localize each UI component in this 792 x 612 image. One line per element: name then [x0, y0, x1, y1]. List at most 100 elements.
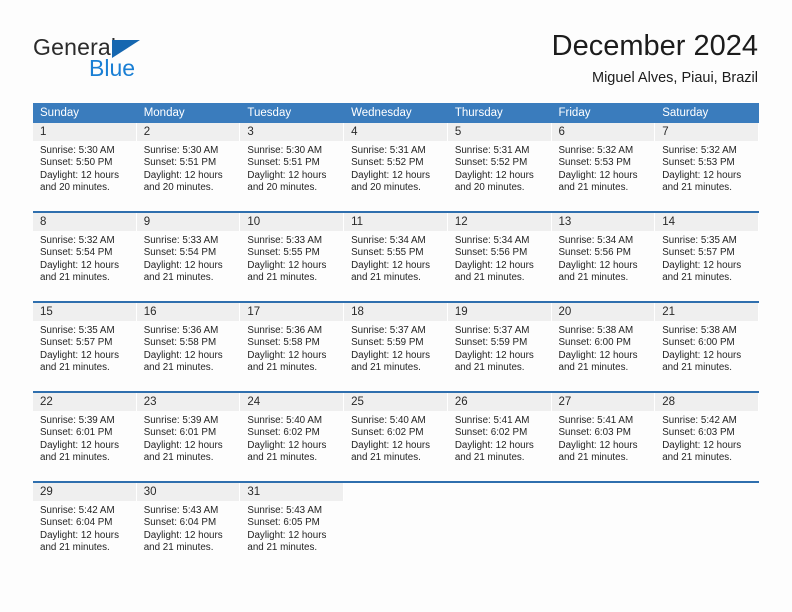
day-number[interactable]: 15 — [33, 303, 137, 321]
day-cell[interactable]: Sunrise: 5:39 AM Sunset: 6:01 PM Dayligh… — [33, 411, 137, 481]
daylight-text-line2: and 21 minutes. — [454, 362, 525, 374]
day-cell[interactable]: Sunrise: 5:32 AM Sunset: 5:53 PM Dayligh… — [552, 141, 656, 211]
day-cell[interactable]: Sunrise: 5:37 AM Sunset: 5:59 PM Dayligh… — [448, 321, 552, 391]
day-cell[interactable]: Sunrise: 5:36 AM Sunset: 5:58 PM Dayligh… — [240, 321, 344, 391]
day-number[interactable]: 1 — [33, 123, 137, 141]
day-number[interactable]: 28 — [655, 393, 759, 411]
day-cell[interactable]: Sunrise: 5:36 AM Sunset: 5:58 PM Dayligh… — [137, 321, 241, 391]
sunset-text: Sunset: 5:55 PM — [247, 247, 320, 259]
sunrise-text: Sunrise: 5:30 AM — [143, 145, 219, 156]
daylight-text-line1: Daylight: 12 hours — [247, 529, 327, 541]
sunset-text: Sunset: 6:01 PM — [40, 427, 113, 439]
day-number-band: 8 9 10 11 12 13 14 — [33, 213, 759, 231]
day-number[interactable]: 12 — [447, 213, 552, 231]
day-number[interactable]: 20 — [551, 303, 656, 321]
day-number[interactable]: 6 — [551, 123, 656, 141]
daylight-text-line2: and 20 minutes. — [247, 182, 318, 194]
day-cell[interactable]: Sunrise: 5:43 AM Sunset: 6:04 PM Dayligh… — [137, 501, 241, 571]
sunset-text: Sunset: 5:58 PM — [247, 337, 320, 349]
day-cell[interactable]: Sunrise: 5:37 AM Sunset: 5:59 PM Dayligh… — [344, 321, 448, 391]
title-block: December 2024 Miguel Alves, Piaui, Brazi… — [552, 28, 758, 89]
day-cell[interactable]: Sunrise: 5:38 AM Sunset: 6:00 PM Dayligh… — [655, 321, 759, 391]
day-cell[interactable]: Sunrise: 5:41 AM Sunset: 6:03 PM Dayligh… — [552, 411, 656, 481]
day-number[interactable]: 19 — [447, 303, 552, 321]
sunrise-text: Sunrise: 5:30 AM — [40, 145, 115, 156]
sunset-text: Sunset: 5:51 PM — [247, 157, 320, 169]
sunrise-text: Sunrise: 5:39 AM — [143, 415, 219, 426]
sunrise-text: Sunrise: 5:38 AM — [662, 325, 737, 336]
day-number[interactable]: 26 — [447, 393, 552, 411]
day-number[interactable]: 30 — [136, 483, 241, 501]
daylight-text-line2: and 21 minutes. — [247, 452, 318, 464]
day-number[interactable]: 22 — [33, 393, 137, 411]
day-cell[interactable]: Sunrise: 5:39 AM Sunset: 6:01 PM Dayligh… — [137, 411, 241, 481]
day-cell[interactable]: Sunrise: 5:31 AM Sunset: 5:52 PM Dayligh… — [448, 141, 552, 211]
day-number[interactable]: 10 — [240, 213, 345, 231]
day-number[interactable]: 25 — [344, 393, 448, 411]
day-cell[interactable]: Sunrise: 5:35 AM Sunset: 5:57 PM Dayligh… — [33, 321, 137, 391]
sunrise-text: Sunrise: 5:36 AM — [247, 325, 323, 336]
day-number[interactable]: 2 — [136, 123, 241, 141]
daylight-text-line1: Daylight: 12 hours — [662, 349, 742, 361]
sunrise-text: Sunrise: 5:43 AM — [247, 505, 323, 516]
daylight-text-line2: and 21 minutes. — [558, 272, 629, 284]
day-number[interactable]: 8 — [33, 213, 137, 231]
day-cell[interactable]: Sunrise: 5:30 AM Sunset: 5:51 PM Dayligh… — [137, 141, 241, 211]
day-number[interactable]: 24 — [240, 393, 345, 411]
day-number[interactable]: 31 — [240, 483, 345, 501]
day-number[interactable]: 4 — [344, 123, 448, 141]
day-cell[interactable]: Sunrise: 5:30 AM Sunset: 5:51 PM Dayligh… — [240, 141, 344, 211]
day-cell[interactable]: Sunrise: 5:35 AM Sunset: 5:57 PM Dayligh… — [655, 231, 759, 301]
daylight-text-line1: Daylight: 12 hours — [40, 529, 119, 541]
day-cell[interactable]: Sunrise: 5:32 AM Sunset: 5:54 PM Dayligh… — [33, 231, 137, 301]
sunrise-text: Sunrise: 5:34 AM — [454, 235, 530, 246]
day-cell[interactable]: Sunrise: 5:34 AM Sunset: 5:55 PM Dayligh… — [344, 231, 448, 301]
day-cell[interactable]: Sunrise: 5:33 AM Sunset: 5:55 PM Dayligh… — [240, 231, 344, 301]
day-number-empty — [655, 483, 759, 501]
brand-logo[interactable]: General Blue — [33, 34, 273, 86]
sunset-text: Sunset: 6:04 PM — [143, 517, 217, 529]
sunrise-text: Sunrise: 5:38 AM — [558, 325, 634, 336]
day-number[interactable]: 18 — [344, 303, 448, 321]
day-cell[interactable]: Sunrise: 5:40 AM Sunset: 6:02 PM Dayligh… — [344, 411, 448, 481]
daylight-text-line1: Daylight: 12 hours — [558, 169, 638, 181]
day-number[interactable]: 23 — [136, 393, 241, 411]
day-cell[interactable]: Sunrise: 5:41 AM Sunset: 6:02 PM Dayligh… — [448, 411, 552, 481]
day-number[interactable]: 9 — [136, 213, 241, 231]
day-cell[interactable]: Sunrise: 5:42 AM Sunset: 6:03 PM Dayligh… — [655, 411, 759, 481]
day-number[interactable]: 13 — [551, 213, 656, 231]
calendar-week-row: 1 2 3 4 5 6 7 Sunrise: 5:30 AM Sunset: 5… — [33, 123, 759, 211]
day-cell[interactable]: Sunrise: 5:38 AM Sunset: 6:00 PM Dayligh… — [552, 321, 656, 391]
day-number[interactable]: 7 — [655, 123, 759, 141]
sunrise-text: Sunrise: 5:40 AM — [351, 415, 426, 426]
day-cell[interactable]: Sunrise: 5:30 AM Sunset: 5:50 PM Dayligh… — [33, 141, 137, 211]
day-cell[interactable]: Sunrise: 5:43 AM Sunset: 6:05 PM Dayligh… — [240, 501, 344, 571]
day-number[interactable]: 17 — [240, 303, 345, 321]
day-number[interactable]: 27 — [551, 393, 656, 411]
daylight-text-line1: Daylight: 12 hours — [247, 169, 327, 181]
sunrise-text: Sunrise: 5:31 AM — [454, 145, 530, 156]
day-cell[interactable]: Sunrise: 5:34 AM Sunset: 5:56 PM Dayligh… — [552, 231, 656, 301]
day-number[interactable]: 5 — [447, 123, 552, 141]
day-cell[interactable]: Sunrise: 5:33 AM Sunset: 5:54 PM Dayligh… — [137, 231, 241, 301]
daylight-text-line1: Daylight: 12 hours — [662, 259, 742, 271]
day-cell[interactable]: Sunrise: 5:32 AM Sunset: 5:53 PM Dayligh… — [655, 141, 759, 211]
day-number[interactable]: 11 — [344, 213, 448, 231]
sunset-text: Sunset: 6:00 PM — [558, 337, 631, 349]
day-number[interactable]: 21 — [655, 303, 759, 321]
day-number[interactable]: 14 — [655, 213, 759, 231]
day-number[interactable]: 3 — [240, 123, 345, 141]
daylight-text-line1: Daylight: 12 hours — [143, 529, 223, 541]
day-cell[interactable]: Sunrise: 5:40 AM Sunset: 6:02 PM Dayligh… — [240, 411, 344, 481]
sunset-text: Sunset: 5:50 PM — [40, 157, 113, 169]
day-number[interactable]: 29 — [33, 483, 137, 501]
sunrise-text: Sunrise: 5:32 AM — [40, 235, 115, 246]
daylight-text-line2: and 21 minutes. — [351, 362, 421, 374]
day-cell[interactable]: Sunrise: 5:42 AM Sunset: 6:04 PM Dayligh… — [33, 501, 137, 571]
sunset-text: Sunset: 5:52 PM — [351, 157, 424, 169]
sunset-text: Sunset: 5:56 PM — [454, 247, 528, 259]
day-number-empty — [447, 483, 552, 501]
day-cell[interactable]: Sunrise: 5:31 AM Sunset: 5:52 PM Dayligh… — [344, 141, 448, 211]
day-cell[interactable]: Sunrise: 5:34 AM Sunset: 5:56 PM Dayligh… — [448, 231, 552, 301]
day-number[interactable]: 16 — [136, 303, 241, 321]
